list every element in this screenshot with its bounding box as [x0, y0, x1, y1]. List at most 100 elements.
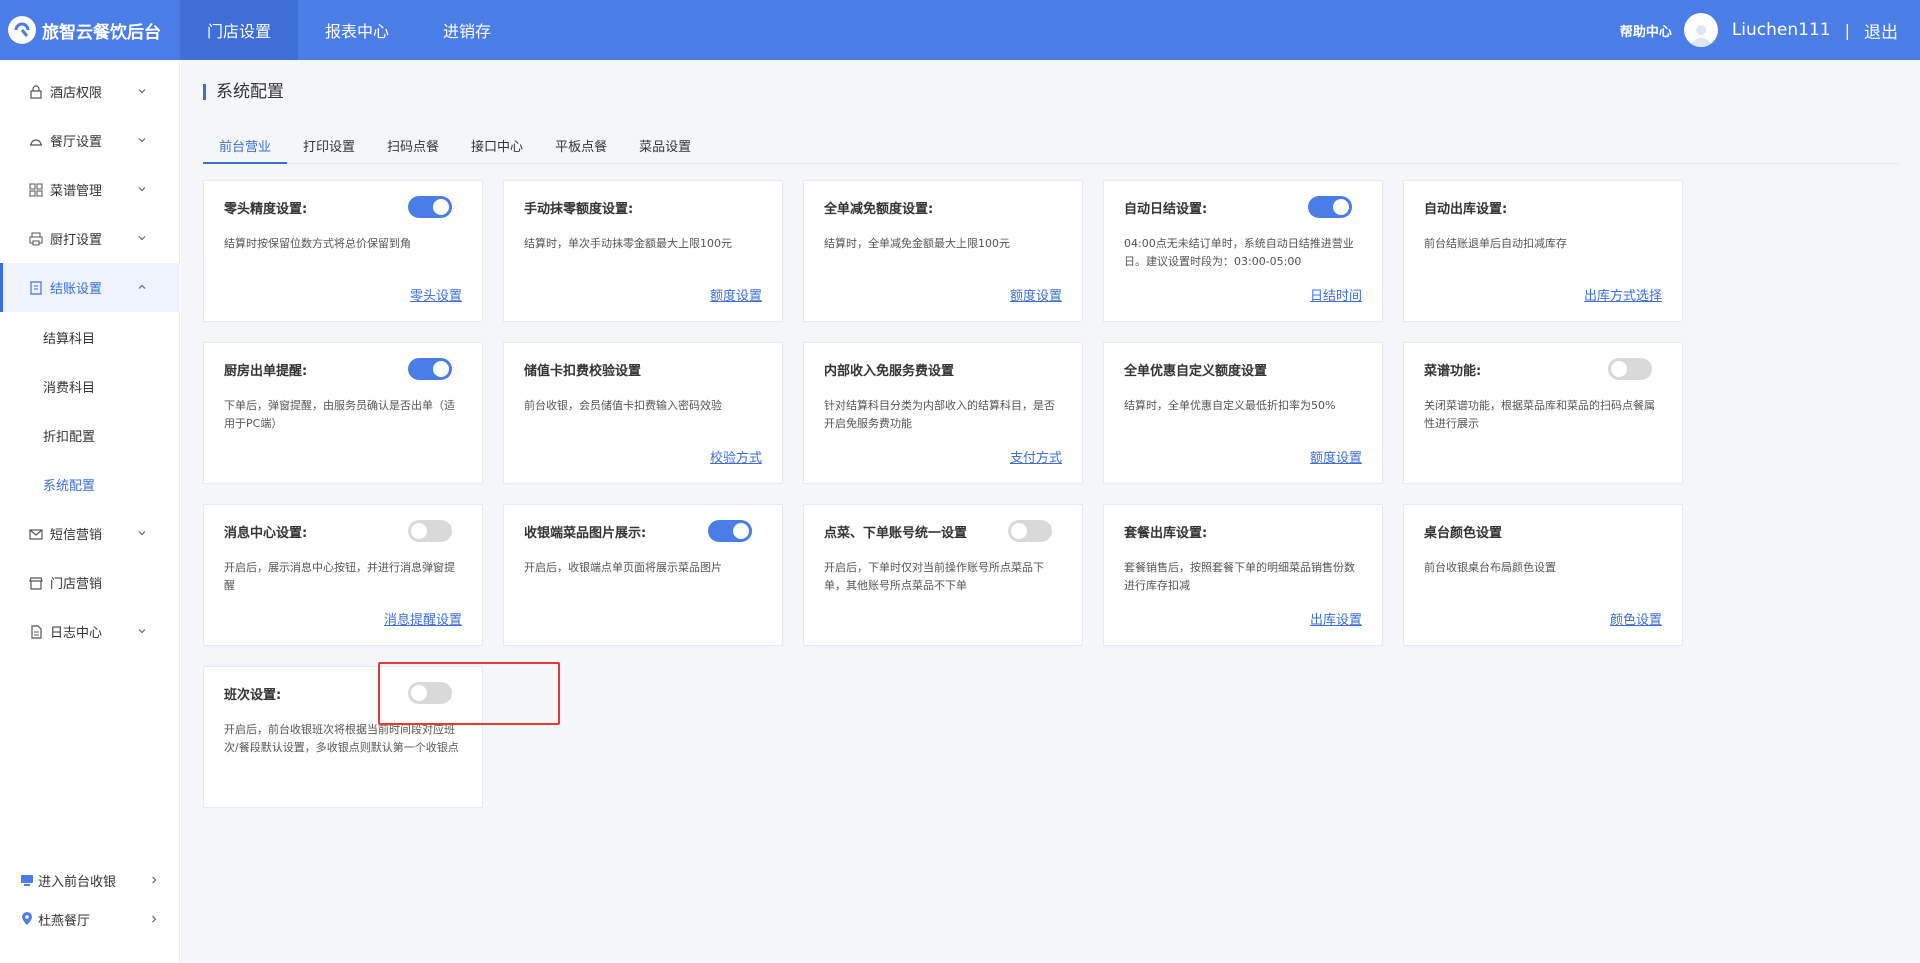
avatar[interactable]	[1683, 13, 1718, 47]
help-center-link[interactable]: 帮助中心	[1620, 21, 1672, 40]
sidebar-item-restaurant-settings[interactable]: 餐厅设置	[0, 116, 180, 165]
highlight-box	[378, 662, 560, 725]
tab-scan-order[interactable]: 扫码点餐	[371, 136, 455, 164]
sidebar-item-sms-marketing[interactable]: 短信营销	[0, 509, 180, 558]
sidebar-item-label: 门店营销	[50, 577, 103, 592]
toggle-switch[interactable]	[708, 520, 752, 542]
toggle-switch[interactable]	[408, 358, 452, 380]
setting-card-rounding-precision: 零头精度设置: 结算时按保留位数方式将总价保留到角 零头设置	[203, 180, 483, 322]
username[interactable]: Liuchen111	[1732, 20, 1831, 40]
location-icon	[20, 912, 34, 926]
setting-card-link[interactable]: 消息提醒设置	[384, 609, 462, 628]
brand-name: 旅智云餐饮后台	[42, 22, 161, 43]
setting-card-title: 点菜、下单账号统一设置	[824, 526, 968, 541]
enter-front-cashier[interactable]: 进入前台收银	[0, 862, 180, 898]
setting-card-link[interactable]: 零头设置	[410, 285, 462, 304]
setting-card-description: 开启后，收银端点单页面将展示菜品图片	[524, 561, 722, 574]
log-icon	[28, 624, 44, 640]
setting-card-link[interactable]: 额度设置	[710, 285, 762, 304]
sidebar-item-hotel-permissions[interactable]: 酒店权限	[0, 67, 180, 116]
setting-card-link[interactable]: 出库方式选择	[1584, 285, 1662, 304]
toggle-switch[interactable]	[408, 196, 452, 218]
sidebar-item-menu-management[interactable]: 菜谱管理	[0, 165, 180, 214]
setting-card-title: 自动日结设置:	[1124, 202, 1208, 217]
chevron-down-icon	[138, 187, 146, 192]
setting-card-combo-stock-out: 套餐出库设置: 套餐销售后，按照套餐下单的明细菜品销售份数进行库存扣减出库设置	[1103, 504, 1383, 646]
cashier-icon	[20, 873, 34, 887]
sidebar-item-store-marketing[interactable]: 门店营销	[0, 558, 180, 607]
page-title: 系统配置	[203, 84, 284, 101]
chevron-up-icon	[138, 284, 146, 289]
current-restaurant[interactable]: 杜燕餐厅	[0, 901, 180, 937]
sidebar-item-kitchen-print[interactable]: 厨打设置	[0, 214, 180, 263]
setting-card-description: 04:00点无未结订单时，系统自动日结推进营业日。建议设置时段为：03:00-0…	[1124, 237, 1354, 268]
sidebar-item-label: 酒店权限	[50, 86, 103, 101]
toggle-switch[interactable]	[408, 520, 452, 542]
chevron-down-icon	[138, 89, 146, 94]
setting-card-description: 开启后，展示消息中心按钮，并进行消息弹窗提醒	[224, 561, 455, 592]
chevron-right-icon	[152, 876, 157, 884]
chevron-down-icon	[138, 531, 146, 536]
tab-tablet-order[interactable]: 平板点餐	[539, 136, 623, 164]
toggle-knob	[411, 523, 427, 539]
setting-card-unified-order-account: 点菜、下单账号统一设置开启后，下单时仅对当前操作账号所点菜品下单，其他账号所点菜…	[803, 504, 1083, 646]
toggle-knob	[733, 523, 749, 539]
user-area: 帮助中心 Liuchen111 | 退出	[1620, 0, 1920, 60]
setting-card-auto-daily-close: 自动日结设置: 04:00点无未结订单时，系统自动日结推进营业日。建议设置时段为：…	[1103, 180, 1383, 322]
sidebar-item-log-center[interactable]: 日志中心	[0, 607, 180, 656]
tab-interface-center[interactable]: 接口中心	[455, 136, 539, 164]
separator: |	[1844, 20, 1850, 40]
setting-card-title: 内部收入免服务费设置	[824, 364, 955, 379]
setting-card-auto-stock-out: 自动出库设置: 前台结账退单后自动扣减库存 出库方式选择	[1403, 180, 1683, 322]
sidebar-item-label: 菜谱管理	[50, 184, 103, 199]
setting-card-link[interactable]: 额度设置	[1010, 285, 1062, 304]
setting-card-link[interactable]: 出库设置	[1310, 609, 1362, 628]
brand[interactable]: 旅智云餐饮后台	[0, 0, 180, 60]
sidebar-item-checkout-settings[interactable]: 结账设置	[0, 263, 180, 312]
setting-card-link[interactable]: 额度设置	[1310, 447, 1362, 466]
setting-card-link[interactable]: 日结时间	[1310, 285, 1362, 304]
sidebar-item-label: 餐厅设置	[50, 135, 103, 150]
setting-card-description: 结算时，全单优惠自定义最低折扣率为50%	[1124, 399, 1336, 412]
enter-front-cashier-label: 进入前台收银	[38, 874, 117, 890]
nav-report-center[interactable]: 报表中心	[298, 0, 416, 60]
nav-store-settings[interactable]: 门店设置	[180, 0, 299, 60]
setting-card-title: 储值卡扣费校验设置	[524, 364, 642, 379]
top-nav: 门店设置 报表中心 进销存	[180, 0, 518, 60]
settings-tabs: 前台营业 打印设置 扫码点餐 接口中心 平板点餐 菜品设置	[203, 136, 1899, 164]
setting-card-link[interactable]: 校验方式	[710, 447, 762, 466]
mail-icon	[28, 526, 44, 542]
toggle-switch[interactable]	[1008, 520, 1052, 542]
tab-front-business[interactable]: 前台营业	[203, 136, 288, 164]
sidebar-subitem-system-config[interactable]: 系统配置	[0, 460, 180, 509]
toggle-switch[interactable]	[1608, 358, 1652, 380]
toggle-switch[interactable]	[1308, 196, 1352, 218]
nav-inventory[interactable]: 进销存	[416, 0, 518, 60]
tab-dish-settings[interactable]: 菜品设置	[623, 136, 707, 164]
setting-card-title: 班次设置:	[224, 688, 282, 703]
setting-card-title: 套餐出库设置:	[1124, 526, 1208, 541]
brand-logo-icon	[8, 16, 36, 44]
setting-card-manual-rounding-limit: 手动抹零额度设置: 结算时，单次手动抹零金额最大上限100元额度设置	[503, 180, 783, 322]
setting-card-description: 套餐销售后，按照套餐下单的明细菜品销售份数进行库存扣减	[1124, 561, 1355, 592]
setting-card-description: 关闭菜谱功能，根据菜品库和菜品的扫码点餐属性进行展示	[1424, 399, 1655, 430]
sidebar-subitem-settlement-accounts[interactable]: 结算科目	[0, 313, 180, 362]
setting-card-description: 开启后，前台收银班次将根据当前时间段对应班次/餐段默认设置，多收银点则默认第一个…	[224, 723, 459, 754]
toggle-knob	[433, 361, 449, 377]
setting-card-description: 结算时，单次手动抹零金额最大上限100元	[524, 237, 732, 250]
lock-icon	[28, 84, 44, 100]
tab-print-settings[interactable]: 打印设置	[287, 136, 371, 164]
setting-card-description: 开启后，下单时仅对当前操作账号所点菜品下单，其他账号所点菜品不下单	[824, 561, 1044, 592]
sidebar-subitem-discount-config[interactable]: 折扣配置	[0, 411, 180, 460]
setting-card-title: 桌台颜色设置	[1424, 526, 1503, 541]
setting-card-title: 手动抹零额度设置:	[524, 202, 634, 217]
logout-button[interactable]: 退出	[1864, 18, 1898, 43]
sidebar-item-label: 日志中心	[50, 626, 103, 641]
setting-card-link[interactable]: 支付方式	[1010, 447, 1062, 466]
sidebar-subitem-consumption-accounts[interactable]: 消费科目	[0, 362, 180, 411]
setting-card-title: 全单优惠自定义额度设置	[1124, 364, 1268, 379]
setting-card-description: 结算时，全单减免金额最大上限100元	[824, 237, 1010, 250]
setting-card-link[interactable]: 颜色设置	[1610, 609, 1662, 628]
setting-card-description: 前台结账退单后自动扣减库存	[1424, 237, 1567, 250]
sidebar: 酒店权限 餐厅设置 菜谱管理 厨打设置 结账设置 结算科目 消费科目 折扣配置 …	[0, 60, 180, 963]
